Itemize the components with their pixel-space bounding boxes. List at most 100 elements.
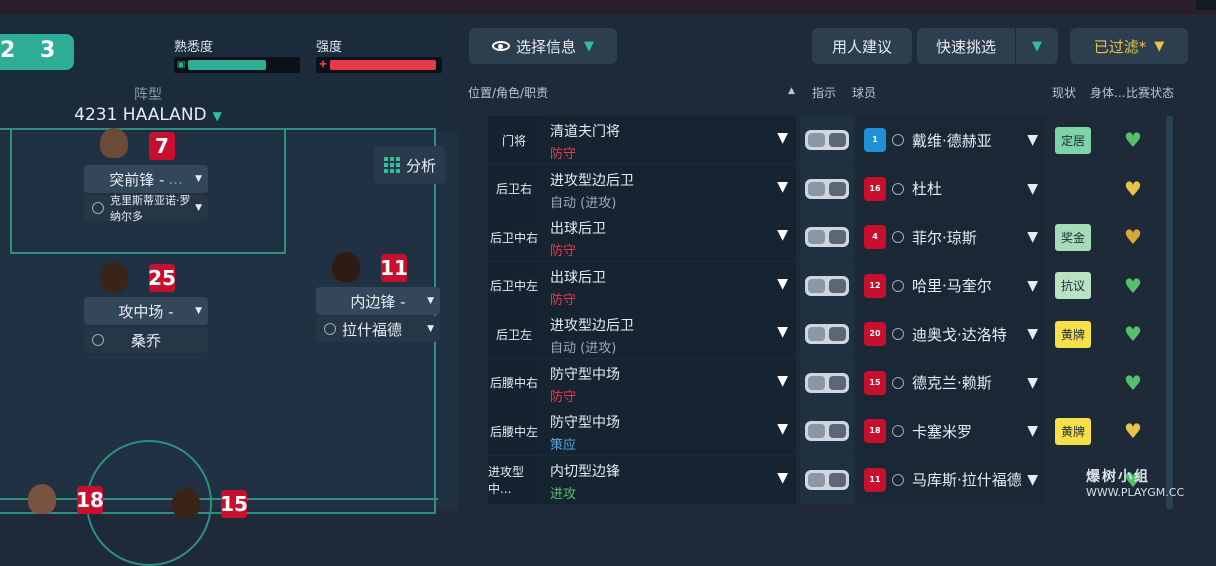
- header-match-status[interactable]: 比赛状态: [1126, 84, 1174, 101]
- instruction-toggle[interactable]: [800, 164, 854, 213]
- position-label: 后卫中左: [489, 279, 538, 293]
- person-icon: [92, 334, 104, 346]
- status-cell: [1046, 359, 1100, 407]
- instruction-toggle[interactable]: [800, 455, 854, 504]
- player-shirt: 15: [220, 490, 248, 518]
- familiarity-icon: ▣: [176, 60, 186, 70]
- status-badge[interactable]: 黄牌: [1054, 320, 1091, 348]
- instruction-toggle[interactable]: [800, 116, 854, 164]
- instruction-toggle[interactable]: [800, 358, 854, 407]
- header-player[interactable]: 球员: [852, 84, 876, 101]
- quick-pick-button[interactable]: 快速挑选: [917, 28, 1015, 64]
- status-cell: 奖金: [1046, 213, 1100, 261]
- role-label: 出球后卫: [550, 269, 606, 286]
- chevron-down-icon: ▼: [1027, 374, 1038, 391]
- scrollbar[interactable]: [1166, 116, 1173, 509]
- familiarity-label: 熟悉度: [174, 40, 214, 55]
- player-selector[interactable]: 4 菲尔·琼斯 ▼: [856, 213, 1046, 261]
- table-row[interactable]: 后卫中左 出球后卫 防守 ▼ 12 哈里·马奎尔 ▼ 抗议 ♥: [466, 261, 1166, 310]
- duty-label: 策应: [550, 438, 577, 453]
- role-duty-selector[interactable]: 进攻型边后卫 自动 (进攻) ▼: [540, 164, 796, 213]
- table-row[interactable]: 后卫中右 出球后卫 防守 ▼ 4 菲尔·琼斯 ▼ 奖金 ♥: [466, 213, 1166, 262]
- table-row[interactable]: 后卫右 进攻型边后卫 自动 (进攻) ▼ 16 杜杜 ▼ ♥: [466, 164, 1166, 213]
- role-duty-selector[interactable]: 防守型中场 防守 ▼: [540, 358, 796, 407]
- role-selector[interactable]: 攻中场 - ▼: [84, 297, 208, 325]
- instruction-toggle[interactable]: [800, 261, 854, 310]
- status-badge[interactable]: 定居: [1054, 126, 1091, 154]
- header-status[interactable]: 现状: [1052, 84, 1076, 101]
- squad-table: 门将 清道夫门将 防守 ▼ 1 戴维·德赫亚 ▼ 定居 ♥ 后卫右 进攻型边后卫…: [466, 116, 1166, 504]
- player-selector[interactable]: 16 杜杜 ▼: [856, 164, 1046, 213]
- position-cell: 后卫右: [488, 164, 540, 213]
- analysis-button[interactable]: 分析: [374, 146, 446, 184]
- shirt-icon: 1: [864, 128, 886, 152]
- status-badge[interactable]: 抗议: [1054, 272, 1091, 299]
- header-position[interactable]: 位置/角色/职责: [468, 84, 548, 101]
- player-selector[interactable]: 11 马库斯·拉什福德 ▼: [856, 455, 1046, 504]
- chevron-down-icon: ▼: [212, 109, 222, 123]
- instruction-toggle[interactable]: [800, 310, 854, 358]
- status-cell: 定居: [1046, 116, 1100, 164]
- select-info-button[interactable]: 选择信息 ▼: [469, 28, 617, 64]
- player-selector[interactable]: 18 卡塞米罗 ▼: [856, 407, 1046, 455]
- header-condition[interactable]: 身体...: [1090, 84, 1125, 101]
- player-name: 马库斯·拉什福德: [912, 471, 1022, 489]
- player-selector[interactable]: 20 迪奥戈·达洛特 ▼: [856, 310, 1046, 358]
- eye-icon: [491, 41, 510, 51]
- person-icon: [892, 231, 904, 243]
- player-selector[interactable]: 拉什福德 ▼: [316, 316, 440, 342]
- role-duty-selector[interactable]: 内切型边锋 进攻 ▼: [540, 455, 796, 504]
- table-row[interactable]: 进攻型中... 内切型边锋 进攻 ▼ 11 马库斯·拉什福德 ▼ ♥: [466, 455, 1166, 504]
- table-row[interactable]: 后卫左 进攻型边后卫 自动 (进攻) ▼ 20 迪奥戈·达洛特 ▼ 黄牌 ♥: [466, 310, 1166, 359]
- table-row[interactable]: 后腰中左 防守型中场 策应 ▼ 18 卡塞米罗 ▼ 黄牌 ♥: [466, 407, 1166, 456]
- chevron-down-icon: ▼: [1027, 326, 1038, 342]
- quick-pick-dropdown[interactable]: ▼: [1016, 28, 1058, 64]
- watermark: 爆树小组 WWW.PLAYGM.CC: [1086, 466, 1184, 499]
- player-name: 迪奥戈·达洛特: [912, 325, 1007, 344]
- duty-label: 进攻: [550, 486, 577, 502]
- instruction-switch-icon: [805, 469, 849, 490]
- player-selector[interactable]: 1 戴维·德赫亚 ▼: [856, 116, 1046, 164]
- duty-label: 防守: [550, 244, 577, 259]
- role-suffix: ...: [168, 170, 183, 188]
- shirt-number: 11: [869, 474, 881, 484]
- position-label: 后卫右: [495, 182, 532, 196]
- player-selector[interactable]: 15 德克兰·赖斯 ▼: [856, 358, 1046, 407]
- role-selector[interactable]: 突前锋 -... ▼: [84, 165, 208, 193]
- role-duty-selector[interactable]: 出球后卫 防守 ▼: [540, 261, 796, 310]
- player-face: [100, 128, 128, 158]
- person-icon: [892, 425, 904, 437]
- role-duty-selector[interactable]: 防守型中场 策应 ▼: [540, 407, 796, 455]
- duty-label: 防守: [550, 292, 577, 308]
- shirt-icon: 4: [864, 225, 886, 249]
- recommend-button[interactable]: 用人建议: [812, 28, 912, 64]
- role-duty-selector[interactable]: 清道夫门将 防守 ▼: [540, 116, 796, 164]
- duty-label: 防守: [550, 147, 577, 162]
- person-icon: [324, 323, 336, 335]
- chevron-down-icon: ▼: [777, 324, 788, 340]
- table-row[interactable]: 后腰中右 防守型中场 防守 ▼ 15 德克兰·赖斯 ▼ ♥: [466, 358, 1166, 407]
- instruction-toggle[interactable]: [800, 213, 854, 261]
- header-instructions[interactable]: 指示: [812, 84, 836, 101]
- player-face: [332, 252, 360, 282]
- role-duty-selector[interactable]: 出球后卫 防守 ▼: [540, 213, 796, 261]
- player-name: 拉什福德: [342, 320, 403, 339]
- formation-selector[interactable]: 4231 HAALAND ▼: [0, 105, 296, 125]
- player-selector[interactable]: 12 哈里·马奎尔 ▼: [856, 261, 1046, 310]
- shirt-icon: 16: [864, 176, 886, 201]
- player-selector[interactable]: 桑乔: [84, 327, 208, 353]
- table-row[interactable]: 门将 清道夫门将 防守 ▼ 1 戴维·德赫亚 ▼ 定居 ♥: [466, 116, 1166, 165]
- chevron-down-icon: ▼: [1154, 38, 1165, 54]
- sort-asc-icon[interactable]: ▲: [788, 86, 795, 96]
- filter-button[interactable]: 已过滤* ▼: [1070, 28, 1188, 64]
- role-duty-selector[interactable]: 进攻型边后卫 自动 (进攻) ▼: [540, 310, 796, 358]
- player-selector[interactable]: 克里斯蒂亚诺·罗纳尔多 ▼: [84, 194, 208, 223]
- instruction-toggle[interactable]: [800, 407, 854, 455]
- match-status-cell: ♥: [1100, 310, 1166, 358]
- status-badge[interactable]: 黄牌: [1054, 417, 1091, 445]
- status-badge[interactable]: 奖金: [1054, 223, 1091, 251]
- watermark-site: WWW.PLAYGM.CC: [1086, 486, 1185, 499]
- role-selector[interactable]: 内边锋 - ▼: [316, 287, 440, 315]
- shirt-icon: 11: [864, 467, 886, 492]
- position-label: 后腰中右: [489, 376, 538, 390]
